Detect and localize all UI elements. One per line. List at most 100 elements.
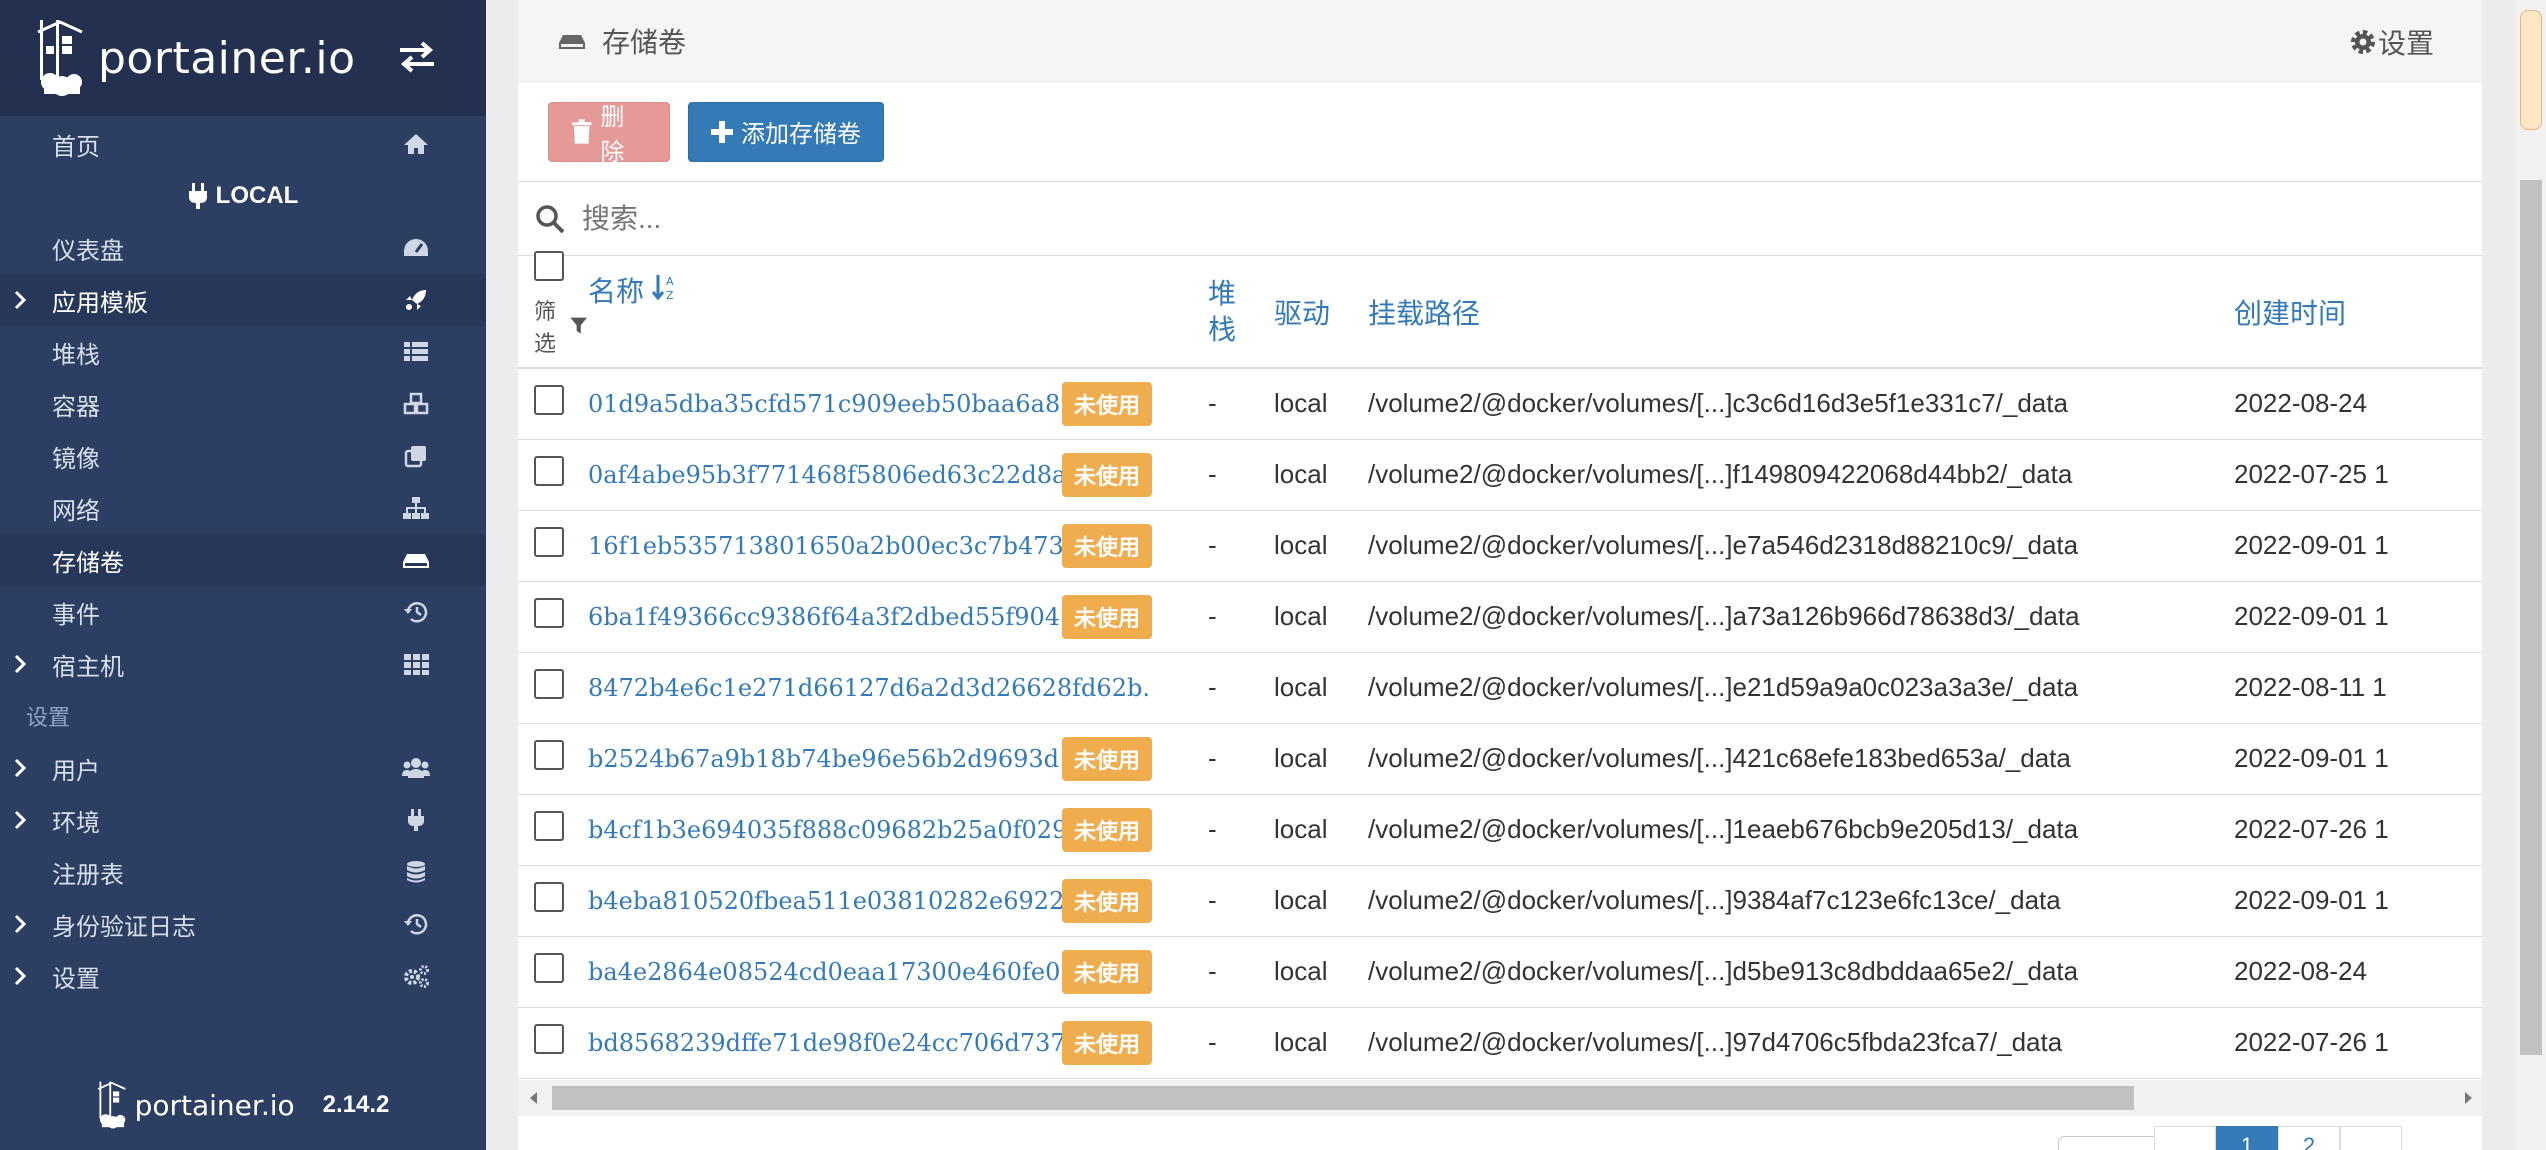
plug-icon (188, 183, 207, 209)
volume-name-link[interactable]: 6ba1f49366cc9386f64a3f2dbed55f9042de7... (588, 603, 1143, 631)
sidebar-item-networks[interactable]: 网络 (0, 482, 486, 534)
sidebar-item-dashboard[interactable]: 仪表盘 (0, 222, 486, 274)
scroll-left-icon[interactable] (524, 1080, 544, 1116)
chevron-right-icon[interactable] (12, 964, 28, 988)
brand-header: portainer.io (0, 0, 486, 116)
sidebar-item-auth-logs[interactable]: 身份验证日志 (0, 898, 486, 950)
page-next-button[interactable] (2340, 1126, 2402, 1150)
select-all-checkbox[interactable] (534, 251, 564, 281)
hdd-icon (403, 554, 429, 568)
sidebar: portainer.io 首页 LOCAL 仪表盘 应用模板 堆栈 容器 镜像 … (0, 0, 486, 1150)
mount-path-cell: /volume2/@docker/volumes/[...]e7a546d231… (1368, 530, 2079, 560)
table-settings-button[interactable]: 设置 (2348, 22, 2434, 62)
chevron-right-icon[interactable] (12, 912, 28, 936)
sidebar-item-volumes[interactable]: 存储卷 (0, 534, 486, 586)
search-bar (518, 182, 2482, 256)
tachometer-icon (404, 239, 428, 256)
horizontal-scrollbar-thumb[interactable] (552, 1086, 2134, 1110)
created-cell: 2022-07-26 1 (2234, 814, 2389, 844)
driver-cell: local (1274, 743, 1328, 773)
sidebar-item-settings[interactable]: 设置 (0, 950, 486, 1002)
chevron-right-icon[interactable] (12, 808, 28, 832)
row-checkbox[interactable] (534, 669, 564, 699)
driver-cell: local (1274, 388, 1328, 419)
sidebar-item-registries[interactable]: 注册表 (0, 846, 486, 898)
cogs-icon (404, 965, 429, 988)
table-row: b2524b67a9b18b74be96e56b2d9693d1a739c...… (518, 723, 2482, 795)
column-header-driver[interactable]: 驱动 (1274, 298, 1330, 329)
column-header-name[interactable]: 名称 (588, 276, 644, 307)
vertical-scrollbar[interactable] (2516, 0, 2546, 1150)
created-cell: 2022-07-26 1 (2234, 1027, 2389, 1057)
horizontal-scrollbar[interactable] (518, 1080, 2482, 1116)
svg-text:A: A (666, 275, 674, 288)
created-cell: 2022-08-24 (2234, 388, 2367, 419)
created-cell: 2022-09-01 1 (2234, 743, 2389, 773)
clone-icon (404, 446, 426, 468)
filter-button[interactable]: 筛选 (534, 294, 588, 358)
page-button[interactable]: 2 (2278, 1126, 2340, 1150)
volumes-panel: 存储卷 设置 删除 添加存储卷 搜索... 筛选 名称 A Z 堆栈 驱动 挂载… (518, 0, 2482, 1150)
delete-button[interactable]: 删除 (548, 101, 670, 166)
volume-name-link[interactable]: 8472b4e6c1e271d66127d6a2d3d26628fd62b... (588, 674, 1148, 702)
created-cell: 2022-09-01 1 (2234, 885, 2389, 915)
row-checkbox[interactable] (534, 598, 564, 628)
sidebar-item-containers[interactable]: 容器 (0, 378, 486, 430)
mount-path-cell: /volume2/@docker/volumes/[...]e21d59a9a0… (1368, 672, 2079, 702)
stack-cell: - (1208, 459, 1217, 489)
scroll-right-icon[interactable] (2458, 1080, 2478, 1116)
page-button[interactable]: 1 (2216, 1126, 2278, 1150)
row-checkbox[interactable] (534, 740, 564, 770)
vertical-scrollbar-thumb[interactable] (2520, 10, 2542, 130)
unused-badge: 未使用 (1062, 452, 1153, 497)
row-checkbox[interactable] (534, 385, 564, 416)
column-header-stack[interactable]: 堆栈 (1208, 276, 1238, 348)
driver-cell: local (1274, 956, 1328, 986)
unused-badge: 未使用 (1062, 594, 1153, 639)
driver-cell: local (1274, 672, 1328, 702)
history-icon (404, 602, 428, 623)
row-checkbox[interactable] (534, 953, 564, 983)
add-volume-button[interactable]: 添加存储卷 (688, 101, 884, 162)
column-header-mount[interactable]: 挂载路径 (1368, 298, 1480, 329)
sidebar-item-images[interactable]: 镜像 (0, 430, 486, 482)
vertical-scrollbar-track[interactable] (2520, 180, 2542, 1055)
sidebar-item-label: 环境 (52, 809, 100, 837)
unused-badge: 未使用 (1062, 523, 1153, 568)
portainer-logo-icon (37, 20, 83, 96)
page-prev-button[interactable] (2154, 1126, 2216, 1150)
search-input[interactable] (582, 202, 2182, 235)
column-header-created[interactable]: 创建时间 (2234, 298, 2346, 329)
sidebar-item-label: 用户 (52, 757, 100, 785)
sidebar-item-users[interactable]: 用户 (0, 742, 486, 794)
mount-path-cell: /volume2/@docker/volumes/[...]9384af7c12… (1368, 885, 2061, 915)
unused-badge: 未使用 (1062, 949, 1153, 994)
swap-arrows-icon[interactable] (398, 40, 436, 74)
sidebar-item-host[interactable]: 宿主机 (0, 638, 486, 690)
row-checkbox[interactable] (534, 1024, 564, 1054)
users-icon (402, 758, 430, 778)
created-cell: 2022-07-25 1 (2234, 459, 2389, 489)
sidebar-item-home[interactable]: 首页 (0, 118, 486, 170)
settings-section-heading: 设置 (26, 705, 71, 730)
sidebar-item-label: 设置 (52, 965, 100, 993)
stack-cell: - (1208, 743, 1217, 773)
chevron-right-icon[interactable] (12, 756, 28, 780)
sidebar-item-environments[interactable]: 环境 (0, 794, 486, 846)
row-checkbox[interactable] (534, 456, 564, 486)
filter-icon (569, 317, 587, 334)
sidebar-item-app-templates[interactable]: 应用模板 (0, 274, 486, 326)
row-checkbox[interactable] (534, 811, 564, 841)
sidebar-item-stacks[interactable]: 堆栈 (0, 326, 486, 378)
unused-badge: 未使用 (1062, 736, 1153, 781)
sidebar-item-events[interactable]: 事件 (0, 586, 486, 638)
row-checkbox[interactable] (534, 527, 564, 557)
chevron-right-icon[interactable] (12, 652, 28, 676)
sort-alpha-icon[interactable]: AZ (651, 273, 678, 302)
chevron-right-icon[interactable] (12, 288, 28, 312)
rocket-icon (406, 290, 426, 310)
unused-badge: 未使用 (1062, 807, 1153, 852)
row-checkbox[interactable] (534, 882, 564, 912)
brand-name[interactable]: portainer.io (98, 33, 356, 84)
table-row: 01d9a5dba35cfd571c909eeb50baa6a89ac72...… (518, 368, 2482, 440)
